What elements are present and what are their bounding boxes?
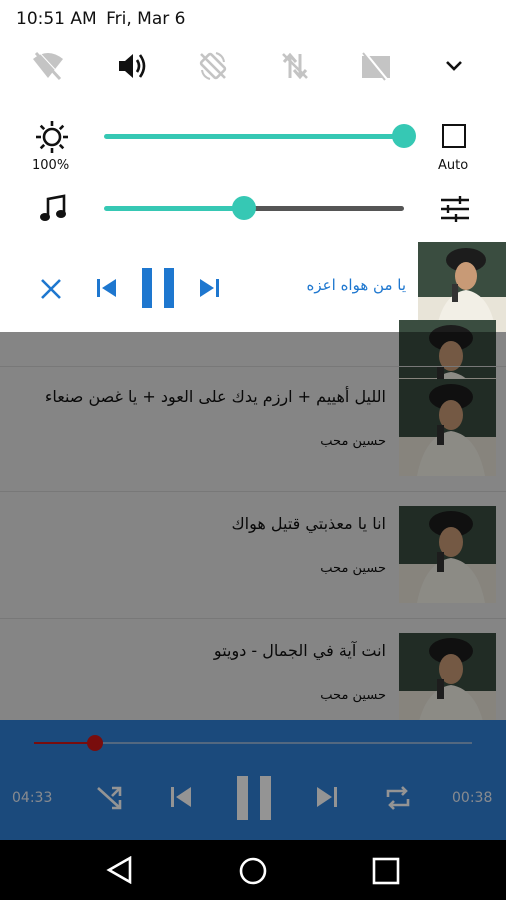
volume-icon[interactable] [114, 48, 150, 84]
notification-song-title: يا من هواه اعزه [306, 276, 406, 294]
notif-previous-icon[interactable] [96, 278, 118, 298]
song-title: انت آية في الجمال - دويتو [213, 641, 386, 660]
auto-brightness-checkbox[interactable] [442, 124, 466, 148]
data-off-icon[interactable] [277, 48, 313, 84]
brightness-slider-thumb[interactable] [392, 124, 416, 148]
media-volume-slider[interactable] [244, 206, 404, 211]
brightness-slider[interactable] [104, 134, 404, 139]
song-title: الليل أهييم + ارزم يدك على العود + يا غص… [44, 387, 386, 406]
music-note-icon [38, 194, 68, 224]
status-time: 10:51 AM [16, 9, 97, 29]
navigation-bar [0, 840, 506, 900]
list-item[interactable]: الليل أهييم + ارزم يدك على العود + يا غص… [0, 359, 506, 485]
status-bar: 10:51 AM Fri, Mar 6 [16, 9, 185, 29]
close-icon[interactable] [38, 276, 64, 302]
notif-next-icon[interactable] [198, 278, 220, 298]
equalizer-settings-icon[interactable] [440, 196, 470, 222]
media-volume-slider-thumb[interactable] [232, 196, 256, 220]
album-art [399, 506, 496, 603]
player-scrim [0, 720, 506, 840]
song-artist: حسين محب [320, 688, 386, 703]
media-volume-slider-fill [104, 206, 244, 211]
wifi-off-icon[interactable] [30, 48, 66, 84]
brightness-icon [35, 120, 69, 154]
expand-chevron-icon[interactable] [436, 48, 472, 84]
recents-icon[interactable] [372, 857, 400, 885]
back-icon[interactable] [106, 855, 134, 885]
album-art [399, 633, 496, 730]
song-title: انا يا معذبتي قتيل هواك [231, 514, 386, 533]
auto-rotate-off-icon[interactable] [195, 48, 231, 84]
home-icon[interactable] [238, 856, 268, 886]
list-item[interactable]: انا يا معذبتي قتيل هواك حسين محب [0, 486, 506, 612]
album-art [399, 379, 496, 476]
notification-shade: 10:51 AM Fri, Mar 6 100% Auto [0, 0, 506, 242]
no-sim-icon[interactable] [358, 48, 394, 84]
status-date: Fri, Mar 6 [106, 9, 186, 29]
song-artist: حسين محب [320, 434, 386, 449]
brightness-label: 100% [32, 158, 70, 173]
auto-brightness-label: Auto [438, 158, 469, 173]
song-list: الليل أهييم + ارزم يدك على العود + يا غص… [0, 320, 506, 730]
song-artist: حسين محب [320, 561, 386, 576]
